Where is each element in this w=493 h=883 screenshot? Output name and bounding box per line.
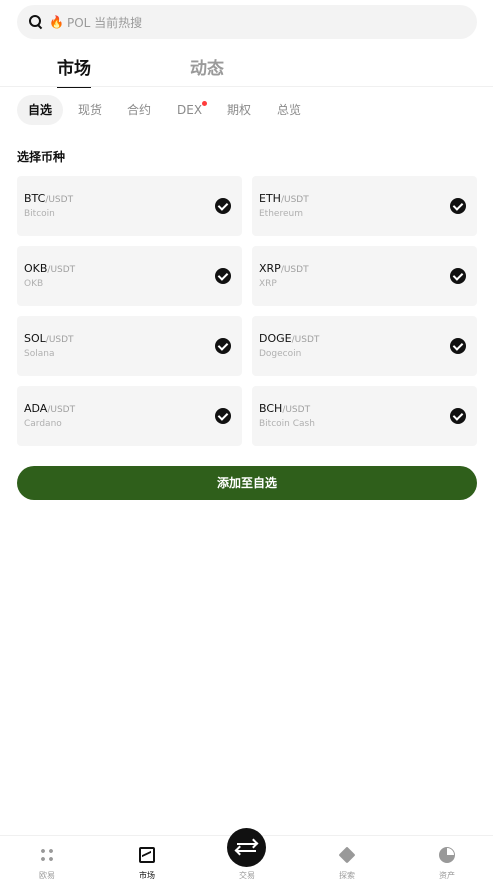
- coin-name: Bitcoin Cash: [259, 419, 315, 429]
- notification-dot: [202, 101, 208, 106]
- explore-icon: [338, 846, 356, 864]
- coin-symbol: BCH: [259, 402, 283, 415]
- section-title: 选择币种: [17, 150, 66, 164]
- coin-quote: /USDT: [45, 195, 74, 205]
- nav-explore-label: 探索: [339, 871, 355, 880]
- check-icon[interactable]: [215, 338, 231, 354]
- market-chart-icon: [139, 847, 155, 863]
- subtab-dex-label: DEX: [177, 103, 203, 117]
- tab-feed-label: 动态: [190, 59, 224, 79]
- coin-symbol: SOL: [24, 332, 46, 345]
- coin-quote: /USDT: [280, 195, 309, 205]
- coin-quote: /USDT: [291, 335, 320, 345]
- coin-symbol: OKB: [24, 262, 48, 275]
- coin-name: XRP: [259, 279, 277, 289]
- overview-icon: [39, 847, 55, 863]
- coin-pair: SOL/USDT: [24, 332, 74, 345]
- coin-quote: /USDT: [45, 335, 74, 345]
- tab-divider: [0, 86, 493, 87]
- check-icon[interactable]: [450, 338, 466, 354]
- coin-name: OKB: [24, 279, 44, 289]
- nav-trade-label: 交易: [239, 871, 255, 880]
- coin-quote: /USDT: [280, 265, 309, 275]
- coin-name: Bitcoin: [24, 209, 55, 219]
- coin-card-doge[interactable]: DOGE/USDT Dogecoin: [252, 316, 477, 376]
- tab-market-label: 市场: [57, 59, 91, 79]
- search-icon: [29, 15, 43, 29]
- coin-card-okb[interactable]: OKB/USDT OKB: [17, 246, 242, 306]
- coin-pair: ETH/USDT: [259, 192, 309, 205]
- subtab-overview[interactable]: 总览: [277, 95, 301, 125]
- coin-quote: /USDT: [282, 405, 311, 415]
- coin-card-btc[interactable]: BTC/USDT Bitcoin: [17, 176, 242, 236]
- arrow-left-icon: [237, 850, 256, 852]
- nav-market-label: 市场: [139, 871, 155, 880]
- coin-symbol: XRP: [259, 262, 281, 275]
- coin-pair: BTC/USDT: [24, 192, 73, 205]
- tab-market[interactable]: 市场: [57, 54, 91, 88]
- subtab-dex[interactable]: DEX: [177, 95, 208, 125]
- check-icon[interactable]: [215, 198, 231, 214]
- main-tabs: 市场 动态: [0, 50, 493, 88]
- coin-pair: BCH/USDT: [259, 402, 310, 415]
- trade-swap-icon[interactable]: [227, 828, 266, 867]
- search-bar[interactable]: 🔥 POL 当前热搜: [17, 5, 477, 39]
- add-to-favorites-button[interactable]: 添加至自选: [17, 466, 477, 500]
- coin-name: Solana: [24, 349, 55, 359]
- arrow-right-icon: [237, 843, 256, 845]
- subtab-options[interactable]: 期权: [227, 95, 251, 125]
- coin-symbol: BTC: [24, 192, 46, 205]
- check-icon[interactable]: [450, 268, 466, 284]
- assets-pie-icon: [439, 847, 455, 863]
- nav-overview-label: 欧易: [39, 871, 55, 880]
- nav-assets-label: 资产: [439, 871, 455, 880]
- coin-card-sol[interactable]: SOL/USDT Solana: [17, 316, 242, 376]
- coin-symbol: DOGE: [259, 332, 292, 345]
- tab-feed[interactable]: 动态: [190, 54, 224, 79]
- subtab-favorites[interactable]: 自选: [17, 95, 64, 125]
- coin-pair: ADA/USDT: [24, 402, 75, 415]
- coin-symbol: ETH: [259, 192, 281, 205]
- check-icon[interactable]: [450, 408, 466, 424]
- nav-assets[interactable]: 资产: [417, 836, 477, 883]
- fire-icon: 🔥: [49, 15, 64, 29]
- coin-quote: /USDT: [47, 265, 76, 275]
- check-icon[interactable]: [450, 198, 466, 214]
- coin-card-ada[interactable]: ADA/USDT Cardano: [17, 386, 242, 446]
- coin-card-xrp[interactable]: XRP/USDT XRP: [252, 246, 477, 306]
- coin-quote: /USDT: [47, 405, 76, 415]
- coin-card-eth[interactable]: ETH/USDT Ethereum: [252, 176, 477, 236]
- check-icon[interactable]: [215, 408, 231, 424]
- search-placeholder: POL 当前热搜: [66, 15, 143, 30]
- coin-pair: DOGE/USDT: [259, 332, 319, 345]
- subtab-spot[interactable]: 现货: [78, 95, 102, 125]
- coin-pair: XRP/USDT: [259, 262, 309, 275]
- bottom-nav: 欧易 市场 交易 探索 资产: [0, 828, 493, 883]
- coin-name: Dogecoin: [259, 349, 302, 359]
- nav-overview[interactable]: 欧易: [17, 836, 77, 883]
- coin-symbol: ADA: [24, 402, 48, 415]
- coin-card-bch[interactable]: BCH/USDT Bitcoin Cash: [252, 386, 477, 446]
- coin-name: Cardano: [24, 419, 62, 429]
- subtab-futures[interactable]: 合约: [127, 95, 151, 125]
- coin-name: Ethereum: [259, 209, 303, 219]
- coin-pair: OKB/USDT: [24, 262, 75, 275]
- nav-market[interactable]: 市场: [117, 836, 177, 883]
- check-icon[interactable]: [215, 268, 231, 284]
- nav-explore[interactable]: 探索: [317, 836, 377, 883]
